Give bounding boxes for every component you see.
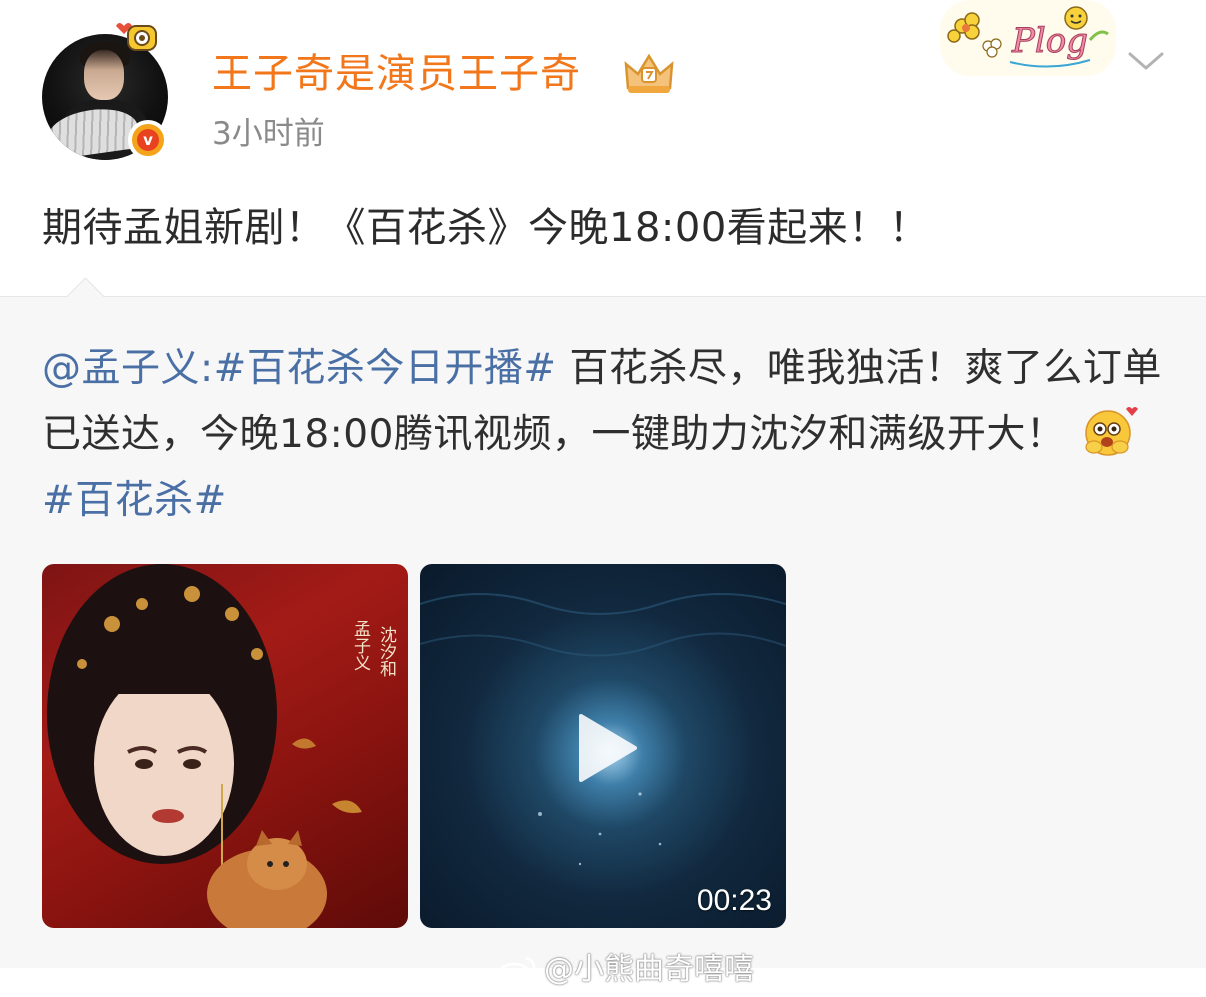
weibo-watermark: @小熊曲奇嘻嘻	[496, 952, 754, 988]
poster-image[interactable]: 沈汐和 孟子义	[42, 564, 408, 928]
topic-link-baihuasha[interactable]: #百花杀#	[42, 478, 227, 523]
post-timestamp: 3小时前	[212, 116, 325, 152]
video-duration: 00:23	[696, 884, 772, 917]
post-text: 期待孟姐新剧！《百花杀》今晚18:00看起来！！	[42, 205, 930, 251]
video-thumbnail[interactable]: 00:23	[420, 564, 786, 928]
play-icon[interactable]	[575, 712, 639, 784]
weibo-logo-icon	[497, 956, 536, 986]
poster-illustration: 沈汐和 孟子义	[47, 564, 397, 928]
repost-author-link[interactable]: @孟子义:	[42, 346, 214, 391]
pet-camera-icon	[116, 23, 157, 51]
excited-face-emoji-icon	[1085, 407, 1139, 456]
repost-text: @孟子义:#百花杀今日开播# 百花杀尽，唯我独活！爽了么订单已送达，今晚18:0…	[42, 336, 1172, 534]
crown-member-icon[interactable]	[622, 50, 676, 96]
verified-badge-icon: v	[128, 120, 168, 160]
poster-caption-left: 孟子义	[350, 620, 371, 671]
topic-link-baihuasha-premiere[interactable]: #百花杀今日开播#	[214, 346, 557, 391]
username[interactable]: 王子奇是演员王子奇	[212, 46, 581, 102]
plog-sticker-icon: Plog	[940, 0, 1116, 76]
poster-caption-right: 沈汐和	[376, 626, 397, 677]
watermark-text: @小熊曲奇嘻嘻	[544, 952, 754, 987]
chevron-down-icon[interactable]	[1124, 46, 1168, 76]
